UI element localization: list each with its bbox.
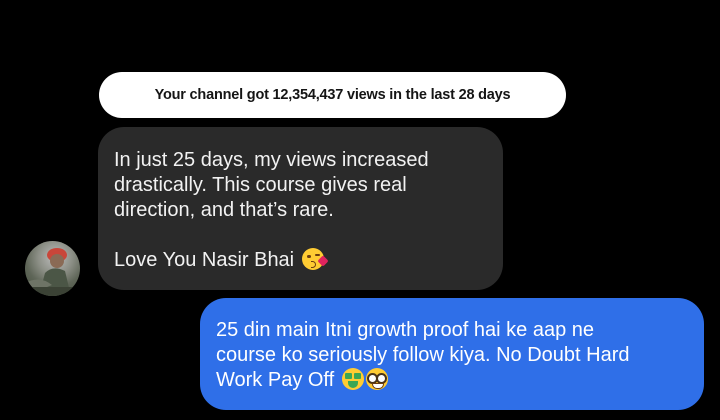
nerd-face-emoji-icon xyxy=(365,368,388,390)
chat-screen: Your channel got 12,354,437 views in the… xyxy=(0,0,720,420)
outgoing-message-bubble[interactable]: 25 din main Itni growth proof hai ke aap… xyxy=(200,298,704,410)
message-spacer xyxy=(114,223,487,248)
user-avatar-photo-icon xyxy=(25,248,80,296)
message-line: Love You Nasir Bhai xyxy=(114,249,295,271)
channel-views-text: Your channel got 12,354,437 views in the… xyxy=(154,87,511,103)
money-mouth-emoji-icon xyxy=(341,368,364,390)
incoming-message-bubble[interactable]: In just 25 days, my views increased dras… xyxy=(98,127,503,290)
sender-avatar[interactable] xyxy=(25,241,80,296)
kissing-heart-emoji-icon xyxy=(301,248,329,270)
message-line: direction, and that’s rare. xyxy=(114,199,334,221)
message-line-with-emoji: Work Pay Off xyxy=(216,368,688,393)
message-line: 25 din main Itni growth proof hai ke aap… xyxy=(216,319,595,341)
message-line: course ko seriously follow kiya. No Doub… xyxy=(216,344,630,366)
message-line: In just 25 days, my views increased xyxy=(114,149,429,171)
message-line: Work Pay Off xyxy=(216,369,335,391)
message-line-with-emoji: Love You Nasir Bhai xyxy=(114,248,487,273)
channel-views-banner: Your channel got 12,354,437 views in the… xyxy=(99,72,566,118)
message-line: drastically. This course gives real xyxy=(114,174,407,196)
